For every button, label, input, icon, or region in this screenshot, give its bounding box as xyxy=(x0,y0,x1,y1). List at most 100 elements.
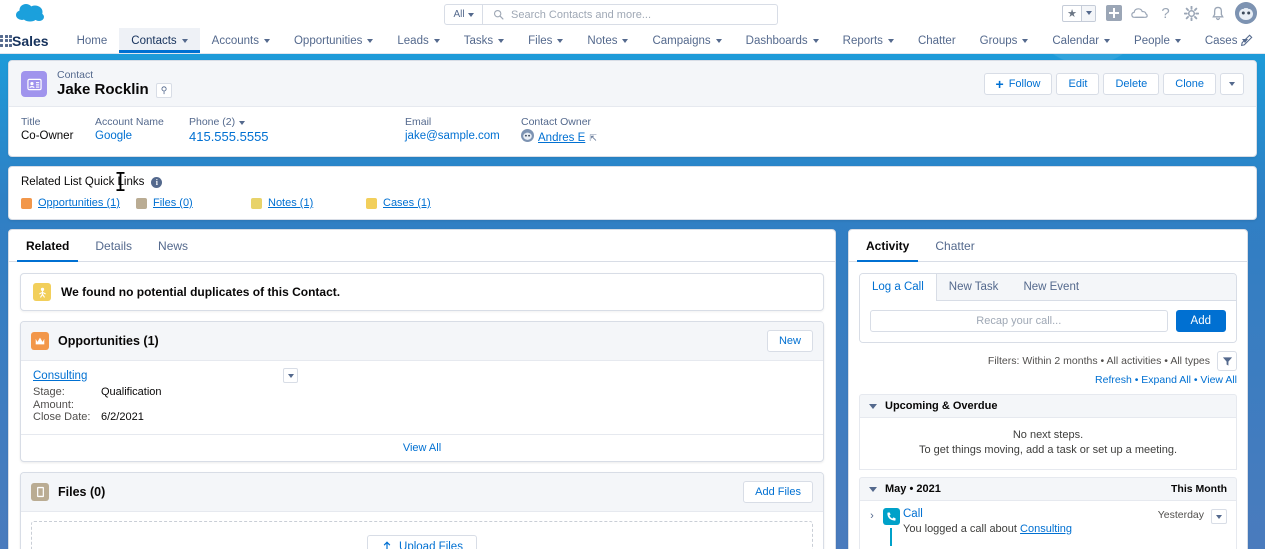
row-actions-button[interactable] xyxy=(283,368,298,383)
chevron-down-icon[interactable] xyxy=(239,121,246,125)
nav-item-calendar[interactable]: Calendar xyxy=(1040,28,1122,53)
nav-item-notes[interactable]: Notes xyxy=(575,28,640,53)
recap-input[interactable] xyxy=(870,310,1168,332)
related-list-quick-links: Related List Quick Links i Opportunities… xyxy=(8,166,1257,220)
follow-button[interactable]: + Follow xyxy=(983,73,1053,95)
refresh-expand-viewall-links[interactable]: Refresh • Expand All • View All xyxy=(1095,374,1237,386)
file-dropzone[interactable]: Upload Files Or drop files xyxy=(31,520,813,549)
opportunity-name-link[interactable]: Consulting xyxy=(33,370,87,382)
change-owner-icon[interactable]: ⇱ xyxy=(589,131,597,146)
nav-item-reports[interactable]: Reports xyxy=(831,28,906,53)
composer-tab-new-task[interactable]: New Task xyxy=(937,274,1012,300)
setup-cloud-icon[interactable] xyxy=(1131,5,1148,22)
help-icon[interactable]: ? xyxy=(1157,5,1174,22)
activity-actions-button[interactable] xyxy=(1211,509,1227,524)
composer-tab-new-event[interactable]: New Event xyxy=(1011,274,1092,300)
search-input-area[interactable]: Search Contacts and more... xyxy=(483,5,777,24)
nav-item-chatter[interactable]: Chatter xyxy=(906,28,968,53)
nav-item-tasks[interactable]: Tasks xyxy=(452,28,516,53)
record-badge[interactable]: ⚲ xyxy=(155,82,173,98)
tab-details[interactable]: Details xyxy=(82,230,145,261)
upcoming-overdue-header[interactable]: Upcoming & Overdue xyxy=(859,394,1237,418)
chevron-down-icon xyxy=(557,38,564,43)
filter-funnel-icon[interactable] xyxy=(1217,351,1237,371)
activity-title-link[interactable]: Call xyxy=(903,508,923,520)
new-opportunity-button[interactable]: New xyxy=(766,330,813,352)
chevron-down-icon xyxy=(1174,38,1181,43)
tab-related[interactable]: Related xyxy=(13,230,82,262)
chevron-down-icon xyxy=(1104,38,1111,43)
edit-button[interactable]: Edit xyxy=(1056,73,1100,95)
nav-item-label: Files xyxy=(528,34,553,47)
composer-tab-log-a-call[interactable]: Log a Call xyxy=(860,274,937,301)
activity-chatter-tabs: Activity Chatter xyxy=(849,230,1247,262)
pencil-icon[interactable] xyxy=(1240,28,1253,53)
quicklink-label[interactable]: Files (0) xyxy=(153,197,193,209)
global-search[interactable]: All Search Contacts and more... xyxy=(444,4,778,25)
app-launcher-icon[interactable] xyxy=(0,28,12,53)
search-scope-selector[interactable]: All xyxy=(445,5,483,24)
add-call-button[interactable]: Add xyxy=(1175,310,1226,332)
field-key: Close Date: xyxy=(33,411,91,423)
phone-link[interactable]: 415.555.5555 xyxy=(189,129,269,144)
field-value-link[interactable]: Google xyxy=(95,129,132,144)
chevron-down-icon xyxy=(433,38,440,43)
quicklink-notes[interactable]: Notes (1) xyxy=(251,197,366,209)
info-icon[interactable]: i xyxy=(151,176,163,188)
nav-item-leads[interactable]: Leads xyxy=(385,28,451,53)
record-tabs: Related Details News xyxy=(9,230,835,262)
salesforce-cloud-logo[interactable] xyxy=(14,1,48,25)
delete-button[interactable]: Delete xyxy=(1103,73,1160,95)
nav-item-people[interactable]: People xyxy=(1122,28,1193,53)
tab-news[interactable]: News xyxy=(145,230,201,261)
quicklink-opportunities[interactable]: Opportunities (1) xyxy=(21,197,136,209)
user-avatar[interactable] xyxy=(1235,2,1257,24)
nav-item-contacts[interactable]: Contacts xyxy=(119,28,201,53)
expand-activity-icon[interactable]: › xyxy=(865,508,879,546)
quicklink-label[interactable]: Notes (1) xyxy=(268,197,313,209)
favorites-control[interactable]: ★ xyxy=(1062,4,1096,22)
opportunity-record: Consulting Stage: Qualification Amount: Clo… xyxy=(21,361,823,434)
quicklink-label[interactable]: Opportunities (1) xyxy=(38,197,120,209)
nav-item-news[interactable]: News xyxy=(1260,28,1265,53)
month-header[interactable]: May • 2021 This Month xyxy=(859,477,1237,501)
chevron-down-icon xyxy=(869,403,877,409)
nav-item-accounts[interactable]: Accounts xyxy=(200,28,282,53)
nav-item-opportunities[interactable]: Opportunities xyxy=(282,28,385,53)
nav-item-campaigns[interactable]: Campaigns xyxy=(640,28,733,53)
settings-gear-icon[interactable] xyxy=(1183,5,1200,22)
month-label: May • 2021 xyxy=(885,483,941,495)
chevron-down-icon xyxy=(467,12,474,17)
nav-item-groups[interactable]: Groups xyxy=(968,28,1041,53)
button-label: Follow xyxy=(1008,78,1041,90)
field-label-text: Phone (2) xyxy=(189,116,236,128)
notifications-bell-icon[interactable] xyxy=(1209,5,1226,22)
activity-related-link[interactable]: Consulting xyxy=(1020,523,1072,535)
tab-chatter[interactable]: Chatter xyxy=(922,230,987,261)
field-value: Google xyxy=(95,129,189,144)
upload-files-button[interactable]: Upload Files xyxy=(367,534,477,549)
app-name[interactable]: Sales xyxy=(12,28,65,53)
field-value-link[interactable]: jake@sample.com xyxy=(405,129,500,144)
favorites-dropdown-icon[interactable] xyxy=(1082,5,1095,21)
quicklink-cases[interactable]: Cases (1) xyxy=(366,197,431,209)
favorites-star-icon[interactable]: ★ xyxy=(1063,5,1082,21)
quicklink-icon xyxy=(251,197,262,209)
field-label: Contact Owner xyxy=(521,116,592,128)
clone-button[interactable]: Clone xyxy=(1163,73,1216,95)
add-icon[interactable] xyxy=(1105,5,1122,22)
tab-activity[interactable]: Activity xyxy=(853,230,922,262)
more-actions-button[interactable] xyxy=(1220,73,1244,95)
utility-bar: All Search Contacts and more... ★ ? xyxy=(0,0,1265,28)
contact-icon xyxy=(21,71,47,97)
contact-owner-link[interactable]: Andres E xyxy=(538,131,585,146)
view-all-opportunities-link[interactable]: View All xyxy=(403,442,441,454)
nav-item-files[interactable]: Files xyxy=(516,28,575,53)
duplicate-message: We found no potential duplicates of this… xyxy=(20,273,824,311)
nav-item-dashboards[interactable]: Dashboards xyxy=(734,28,831,53)
chevron-down-icon xyxy=(887,38,894,43)
quicklink-files[interactable]: Files (0) xyxy=(136,197,251,209)
nav-item-home[interactable]: Home xyxy=(65,28,120,53)
add-files-button[interactable]: Add Files xyxy=(743,480,813,503)
quicklink-label[interactable]: Cases (1) xyxy=(383,197,431,209)
